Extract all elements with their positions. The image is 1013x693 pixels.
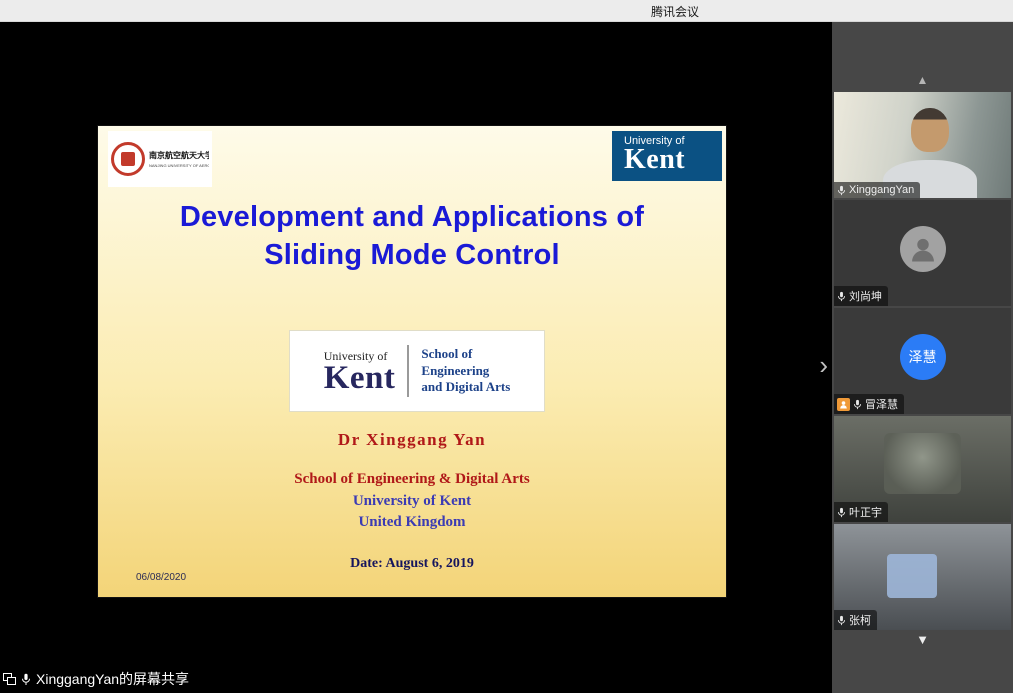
dept-school-line3: and Digital Arts	[421, 379, 510, 396]
participants-panel: ▲ XinggangYan 刘尚坤 泽慧	[832, 22, 1013, 693]
nuaa-name-cn: 南京航空航天大学	[149, 150, 209, 161]
slide-title-line2: Sliding Mode Control	[98, 236, 726, 274]
kent-school-logo: University of Kent School of Engineering…	[289, 330, 545, 412]
dept-school-line1: School of	[421, 346, 510, 363]
participant-name: 冒泽慧	[865, 396, 898, 412]
screen-share-statusbar: XinggangYan的屏幕共享	[3, 669, 189, 689]
kent-logo: University of Kent	[612, 131, 722, 181]
person-head	[911, 108, 949, 152]
participant-tile[interactable]: 泽慧 冒泽慧	[834, 308, 1011, 414]
participant-tile[interactable]: 刘尚坤	[834, 200, 1011, 306]
participant-list: XinggangYan 刘尚坤 泽慧 冒泽慧	[832, 92, 1013, 632]
nuaa-name-en: NANJING UNIVERSITY OF AERONAUTICS AND AS…	[149, 163, 209, 168]
nuaa-logo: 南京航空航天大学 NANJING UNIVERSITY OF AERONAUTI…	[108, 131, 212, 187]
mic-icon	[853, 399, 862, 410]
participant-name: 刘尚坤	[849, 288, 882, 304]
participant-tile[interactable]: XinggangYan	[834, 92, 1011, 198]
kent-school-logo-right: School of Engineering and Digital Arts	[421, 346, 510, 397]
mic-icon	[21, 673, 31, 686]
dept-kent-word: Kent	[324, 364, 396, 394]
participant-name: XinggangYan	[849, 184, 914, 196]
affiliation-school: School of Engineering & Digital Arts	[98, 471, 726, 488]
presentation-date: Date: August 6, 2019	[98, 556, 726, 572]
mic-icon	[837, 507, 846, 518]
screen-share-icon	[3, 673, 16, 685]
participant-name-bar: 叶正宇	[834, 502, 888, 522]
logo-divider	[407, 345, 409, 397]
mic-icon	[837, 615, 846, 626]
scroll-up-button[interactable]: ▲	[832, 72, 1013, 88]
participant-name-bar: 张柯	[834, 610, 877, 630]
default-avatar-icon	[900, 226, 946, 272]
affiliation-country: United Kingdom	[98, 514, 726, 531]
participant-name-bar: XinggangYan	[834, 182, 920, 198]
window-titlebar: 腾讯会议	[0, 0, 1013, 22]
scroll-down-button[interactable]: ▼	[832, 632, 1013, 648]
slide-title-line1: Development and Applications of	[98, 198, 726, 236]
participant-tile[interactable]: 叶正宇	[834, 416, 1011, 522]
slide-footer-date: 06/08/2020	[136, 572, 186, 583]
participant-name-bar: 刘尚坤	[834, 286, 888, 306]
dept-school-line2: Engineering	[421, 363, 510, 380]
panel-collapse-chevron[interactable]: ›	[819, 352, 828, 378]
nuaa-emblem-icon	[111, 142, 145, 176]
shared-slide: 南京航空航天大学 NANJING UNIVERSITY OF AERONAUTI…	[98, 126, 726, 597]
initials-avatar: 泽慧	[900, 334, 946, 380]
participant-name-bar: 冒泽慧	[834, 394, 904, 414]
app-title: 腾讯会议	[651, 3, 699, 20]
participant-tile[interactable]: 张柯	[834, 524, 1011, 630]
mic-icon	[837, 291, 846, 302]
participant-name: 张柯	[849, 612, 871, 628]
affiliation-university: University of Kent	[98, 493, 726, 510]
screen-share-badge-icon	[837, 398, 850, 411]
screen-share-label: XinggangYan的屏幕共享	[36, 669, 189, 689]
nuaa-logo-text: 南京航空航天大学 NANJING UNIVERSITY OF AERONAUTI…	[149, 150, 209, 168]
kent-logo-word: Kent	[624, 147, 722, 174]
presenter-name: Dr Xinggang Yan	[98, 430, 726, 450]
kent-school-logo-left: University of Kent	[324, 349, 396, 394]
mic-icon	[837, 185, 846, 196]
slide-title: Development and Applications of Sliding …	[98, 198, 726, 274]
screen-share-stage: 南京航空航天大学 NANJING UNIVERSITY OF AERONAUTI…	[0, 22, 832, 693]
participant-name: 叶正宇	[849, 504, 882, 520]
